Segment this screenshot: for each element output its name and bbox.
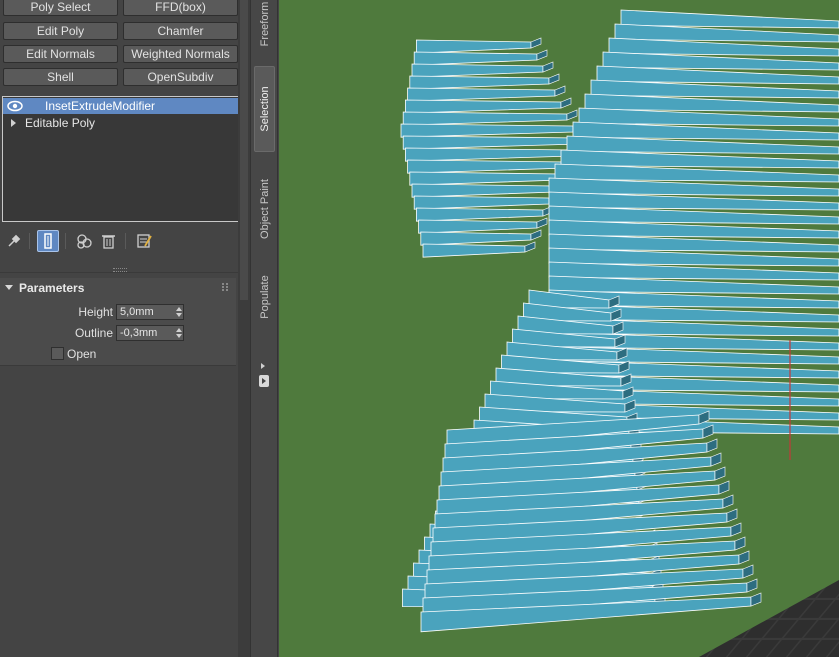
drag-handle-icon[interactable]: [222, 283, 228, 291]
mesh-fin-side: [542, 61, 554, 73]
mesh-fin-side: [548, 73, 560, 85]
modifier-stack-list[interactable]: InsetExtrudeModifier Editable Poly: [2, 96, 242, 222]
shell-button[interactable]: Shell: [3, 68, 118, 86]
spinner-arrows-icon[interactable]: [176, 307, 182, 317]
show-end-result-icon[interactable]: [37, 230, 59, 252]
mesh-fin-side: [706, 438, 718, 453]
mesh-fin-side: [536, 217, 548, 229]
mesh-fin-side: [726, 508, 738, 523]
stack-toolbar: [0, 228, 250, 254]
configure-modifier-sets-icon[interactable]: [133, 230, 155, 252]
tab-label: Object Paint: [258, 179, 271, 239]
mesh-fin-side: [566, 109, 578, 121]
mesh-fin: [407, 159, 568, 174]
minimize-ribbon-icon[interactable]: [259, 375, 269, 387]
tab-selection[interactable]: Selection: [254, 66, 275, 152]
tab-freeform[interactable]: Freeform: [254, 0, 275, 48]
mesh-fin: [402, 135, 580, 150]
expand-arrow-icon[interactable]: [11, 119, 16, 127]
scrollbar-thumb[interactable]: [240, 0, 248, 300]
mesh-fin-side: [742, 564, 754, 579]
chamfer-button[interactable]: Chamfer: [123, 22, 238, 40]
parameters-rollout: Parameters Height 5,0mm Outline -0,3mm O…: [0, 278, 236, 366]
open-checkbox[interactable]: [51, 347, 64, 360]
toolbar-separator: [29, 233, 30, 249]
mesh-fin: [422, 243, 526, 258]
mesh-fin-side: [714, 466, 726, 481]
perspective-viewport[interactable]: [279, 0, 839, 657]
mesh-fin: [409, 75, 550, 90]
mesh-fin: [411, 63, 544, 78]
mesh-fin: [620, 9, 839, 29]
toolbar-separator: [125, 233, 126, 249]
outline-value: -0,3mm: [120, 327, 158, 339]
mesh-fin: [405, 147, 574, 162]
mesh-fin-side: [718, 480, 730, 495]
poly-select-button[interactable]: Poly Select: [3, 0, 118, 16]
pin-stack-icon[interactable]: [3, 230, 25, 252]
outline-spinner[interactable]: -0,3mm: [116, 325, 184, 341]
mesh-fin: [407, 87, 556, 102]
edit-normals-button[interactable]: Edit Normals: [3, 45, 118, 63]
collapse-arrow-icon[interactable]: [5, 285, 13, 290]
mesh-fin-side: [524, 241, 536, 253]
weighted-normals-button[interactable]: Weighted Normals: [123, 45, 238, 63]
edit-poly-button[interactable]: Edit Poly: [3, 22, 118, 40]
toolbar-separator: [65, 233, 66, 249]
panel-divider: [0, 272, 250, 273]
ffd-box-button[interactable]: FFD(box): [123, 0, 238, 16]
mesh-fin-side: [746, 578, 758, 593]
mesh-fin: [400, 123, 574, 138]
command-panel-scrollbar[interactable]: [238, 0, 250, 657]
mesh-fin: [402, 111, 568, 126]
opensubdiv-button[interactable]: OpenSubdiv: [123, 68, 238, 86]
tab-label: Freeform: [258, 1, 271, 47]
mesh-fin-side: [734, 536, 746, 551]
mesh-fin: [415, 207, 544, 222]
viewport-scene[interactable]: [279, 0, 839, 657]
mesh-fin-side: [554, 85, 566, 97]
parameters-rollout-header[interactable]: Parameters: [0, 278, 236, 298]
mesh-fin-side: [730, 522, 742, 537]
stack-item-editable-poly[interactable]: Editable Poly: [3, 115, 241, 131]
mesh-fin: [415, 39, 532, 54]
height-label: Height: [78, 305, 113, 319]
mesh-fin: [411, 183, 556, 198]
mesh-fin: [420, 231, 532, 246]
mesh-fin-side: [530, 37, 542, 49]
open-label: Open: [67, 347, 97, 361]
mesh-fin-side: [722, 494, 734, 509]
mesh-fin-side: [750, 592, 762, 607]
mesh-fin: [405, 99, 562, 114]
mesh-fin: [409, 171, 562, 186]
mesh-fin-side: [560, 97, 572, 109]
stack-item-insetextrude[interactable]: InsetExtrudeModifier: [3, 98, 241, 114]
height-spinner[interactable]: 5,0mm: [116, 304, 184, 320]
ribbon-tab-strip: Freeform Selection Object Paint Populate: [250, 0, 278, 657]
tab-label: Selection: [258, 86, 271, 132]
outline-label: Outline: [74, 326, 113, 340]
stack-item-label: Editable Poly: [25, 116, 96, 130]
command-panel: Poly Select FFD(box) Edit Poly Chamfer E…: [0, 0, 250, 657]
mesh-fin-side: [530, 229, 542, 241]
height-value: 5,0mm: [120, 306, 154, 318]
tab-expand-arrow-icon[interactable]: [261, 363, 265, 369]
make-unique-icon[interactable]: [73, 230, 95, 252]
tab-label: Populate: [258, 275, 271, 319]
spinner-arrows-icon[interactable]: [176, 328, 182, 338]
extruded-mesh-object[interactable]: [400, 9, 839, 633]
mesh-fin: [413, 51, 538, 66]
rollout-title: Parameters: [19, 281, 85, 295]
mesh-fin-side: [738, 550, 750, 565]
eye-icon[interactable]: [6, 99, 24, 113]
tab-object-paint[interactable]: Object Paint: [254, 168, 275, 250]
mesh-fin: [413, 195, 550, 210]
mesh-fin-side: [536, 49, 548, 61]
mesh-fin: [418, 219, 538, 234]
tab-populate[interactable]: Populate: [254, 264, 275, 330]
mesh-fin-side: [710, 452, 722, 467]
stack-item-label: InsetExtrudeModifier: [45, 99, 156, 113]
remove-modifier-icon[interactable]: [97, 230, 119, 252]
